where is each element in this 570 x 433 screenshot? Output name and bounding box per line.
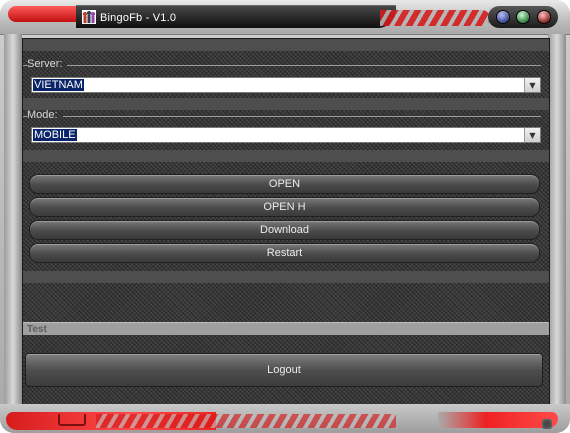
bottom-accent-right [438,412,558,428]
mode-select-value: MOBILE [33,129,77,141]
chevron-down-icon[interactable]: ▼ [524,128,540,142]
logout-button[interactable]: Logout [25,353,543,387]
resize-grip-icon[interactable] [542,419,552,429]
bottom-tab-icon [58,414,86,426]
server-label: Server: [27,58,63,70]
divider-strip [23,271,549,283]
divider-strip [23,150,549,162]
window-title: BingoFb - V1.0 [100,12,177,24]
app-window: BingoFb - V1.0 Server: VIETNAM ▼ Mode: M… [0,0,570,433]
minimize-button[interactable] [496,11,509,23]
restart-button[interactable]: Restart [29,243,540,263]
frame-left [4,34,22,404]
server-select-value: VIETNAM [33,79,84,91]
open-button[interactable]: OPEN [29,174,540,194]
maximize-button[interactable] [517,11,529,23]
divider-strip [23,39,549,51]
app-icon [82,10,96,24]
title-bar[interactable]: BingoFb - V1.0 [0,0,570,35]
close-button[interactable] [537,11,550,23]
divider-strip [23,98,549,110]
open-h-button[interactable]: OPEN H [29,197,540,217]
bottom-frame [0,404,570,433]
group-border-server-right [67,65,541,66]
window-controls [488,6,558,28]
frame-right [548,34,566,404]
download-button[interactable]: Download [29,220,540,240]
mode-label: Mode: [27,109,58,121]
bottom-stripes [96,414,396,428]
mode-select[interactable]: MOBILE ▼ [31,127,541,143]
title-bar-stripes [380,10,490,26]
chevron-down-icon[interactable]: ▼ [524,78,540,92]
group-border-mode-right [63,116,541,117]
client-area: Server: VIETNAM ▼ Mode: MOBILE ▼ OPEN OP… [22,38,550,405]
status-text: Test [23,322,549,335]
server-select[interactable]: VIETNAM ▼ [31,77,541,93]
